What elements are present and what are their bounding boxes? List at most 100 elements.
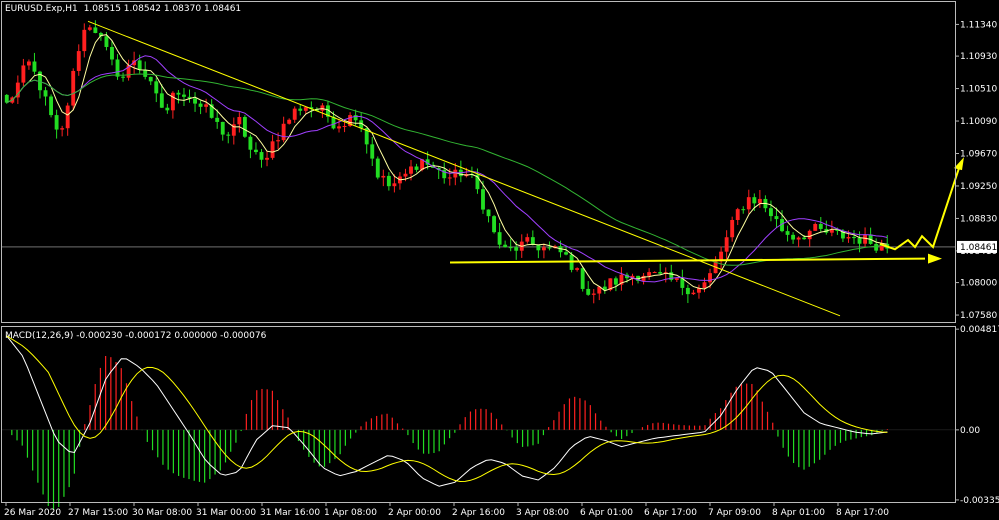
candle-body <box>486 209 491 217</box>
candle-body <box>220 121 225 135</box>
candle-body <box>121 76 125 78</box>
candle-body <box>259 152 264 160</box>
candle <box>669 264 674 282</box>
candle-body <box>170 92 175 111</box>
candle <box>204 98 209 113</box>
candle <box>375 156 380 180</box>
candle-body <box>785 231 790 235</box>
candle <box>242 115 247 138</box>
candle <box>730 216 735 242</box>
candle <box>364 127 369 154</box>
candle <box>647 268 652 280</box>
macd-pane <box>2 335 955 510</box>
candle-body <box>807 230 812 240</box>
candle-body <box>148 76 153 82</box>
candle-body <box>320 105 325 111</box>
candle <box>326 100 330 123</box>
candle <box>458 160 463 183</box>
time-tick-label: 31 Mar 00:00 <box>196 508 256 518</box>
candle <box>226 131 231 144</box>
candle-body <box>71 70 76 106</box>
candle-body <box>254 149 258 153</box>
candle <box>82 23 87 58</box>
candle <box>658 263 663 275</box>
candle-body <box>21 65 26 83</box>
candle-body <box>237 116 242 125</box>
candle-body <box>530 237 535 245</box>
candle <box>231 117 236 145</box>
price-tick-label: 1.11340 <box>960 20 997 30</box>
candle-body <box>741 209 746 211</box>
candle <box>54 109 59 139</box>
candle-body <box>137 60 142 70</box>
candle <box>813 222 818 231</box>
macd-tick-label: -0.003351 <box>960 496 999 506</box>
candle <box>154 77 159 103</box>
candle-body <box>82 29 87 52</box>
candle-body <box>674 278 679 280</box>
candle-body <box>580 268 585 289</box>
candle-body <box>863 234 868 244</box>
time-tick-label: 7 Apr 09:00 <box>708 508 761 518</box>
candle-body <box>342 125 347 127</box>
candle <box>71 68 76 111</box>
candle-body <box>791 234 796 240</box>
candle-body <box>65 105 70 129</box>
macd-pane-frame <box>1 326 956 503</box>
candle <box>381 169 386 187</box>
candle-body <box>204 104 209 107</box>
price-tick-label: 1.10090 <box>960 117 997 127</box>
descending-trendline <box>87 20 841 317</box>
candle <box>796 236 801 248</box>
candle <box>497 222 502 249</box>
price-axis: 1.11340 1.10930 1.10510 1.10090 1.09670 1.092… <box>955 20 997 321</box>
candle-body <box>613 278 618 285</box>
candle-body <box>647 272 652 276</box>
candle <box>237 112 242 133</box>
macd-line <box>6 335 888 487</box>
candle-body <box>43 90 48 97</box>
candle <box>807 229 812 247</box>
candle-body <box>392 183 397 187</box>
candle <box>597 286 602 301</box>
candle-body <box>154 81 159 94</box>
candle-body <box>541 247 546 251</box>
candle-body <box>242 116 247 137</box>
candle <box>791 232 796 244</box>
price-tick-label: 1.08000 <box>960 279 997 289</box>
candle <box>265 150 269 167</box>
candle-body <box>536 244 541 251</box>
candle-body <box>874 243 879 251</box>
candle <box>220 121 225 141</box>
candle <box>641 272 646 285</box>
candle-body <box>375 158 380 178</box>
ma-fast-line <box>6 34 888 292</box>
price-tick-label: 1.09670 <box>960 149 997 159</box>
candle <box>182 87 186 107</box>
candle <box>43 86 48 106</box>
candle <box>287 118 292 125</box>
candle <box>15 75 20 105</box>
candle-body <box>685 287 690 295</box>
candle-body <box>818 223 823 229</box>
candle-body <box>115 59 120 77</box>
candle-body <box>757 198 762 204</box>
time-tick-label: 8 Apr 17:00 <box>836 508 889 518</box>
candle <box>397 172 402 190</box>
time-tick-label: 8 Apr 01:00 <box>772 508 825 518</box>
candle <box>414 163 419 173</box>
candle <box>115 54 120 80</box>
ohlc-values: 1.08515 1.08542 1.08370 1.08461 <box>84 4 241 14</box>
candle-body <box>735 209 740 221</box>
candle-body <box>32 61 37 72</box>
price-tick-label: 1.07580 <box>960 311 997 321</box>
candle-body <box>176 92 181 95</box>
candle <box>785 225 790 242</box>
candle <box>691 289 696 295</box>
macd-label: MACD(12,26,9) -0.000230 -0.000172 0.0000… <box>5 331 267 341</box>
candle <box>724 230 729 260</box>
candle <box>176 90 181 104</box>
candle-body <box>746 197 751 210</box>
candle <box>98 31 103 41</box>
candle-body <box>846 237 851 239</box>
